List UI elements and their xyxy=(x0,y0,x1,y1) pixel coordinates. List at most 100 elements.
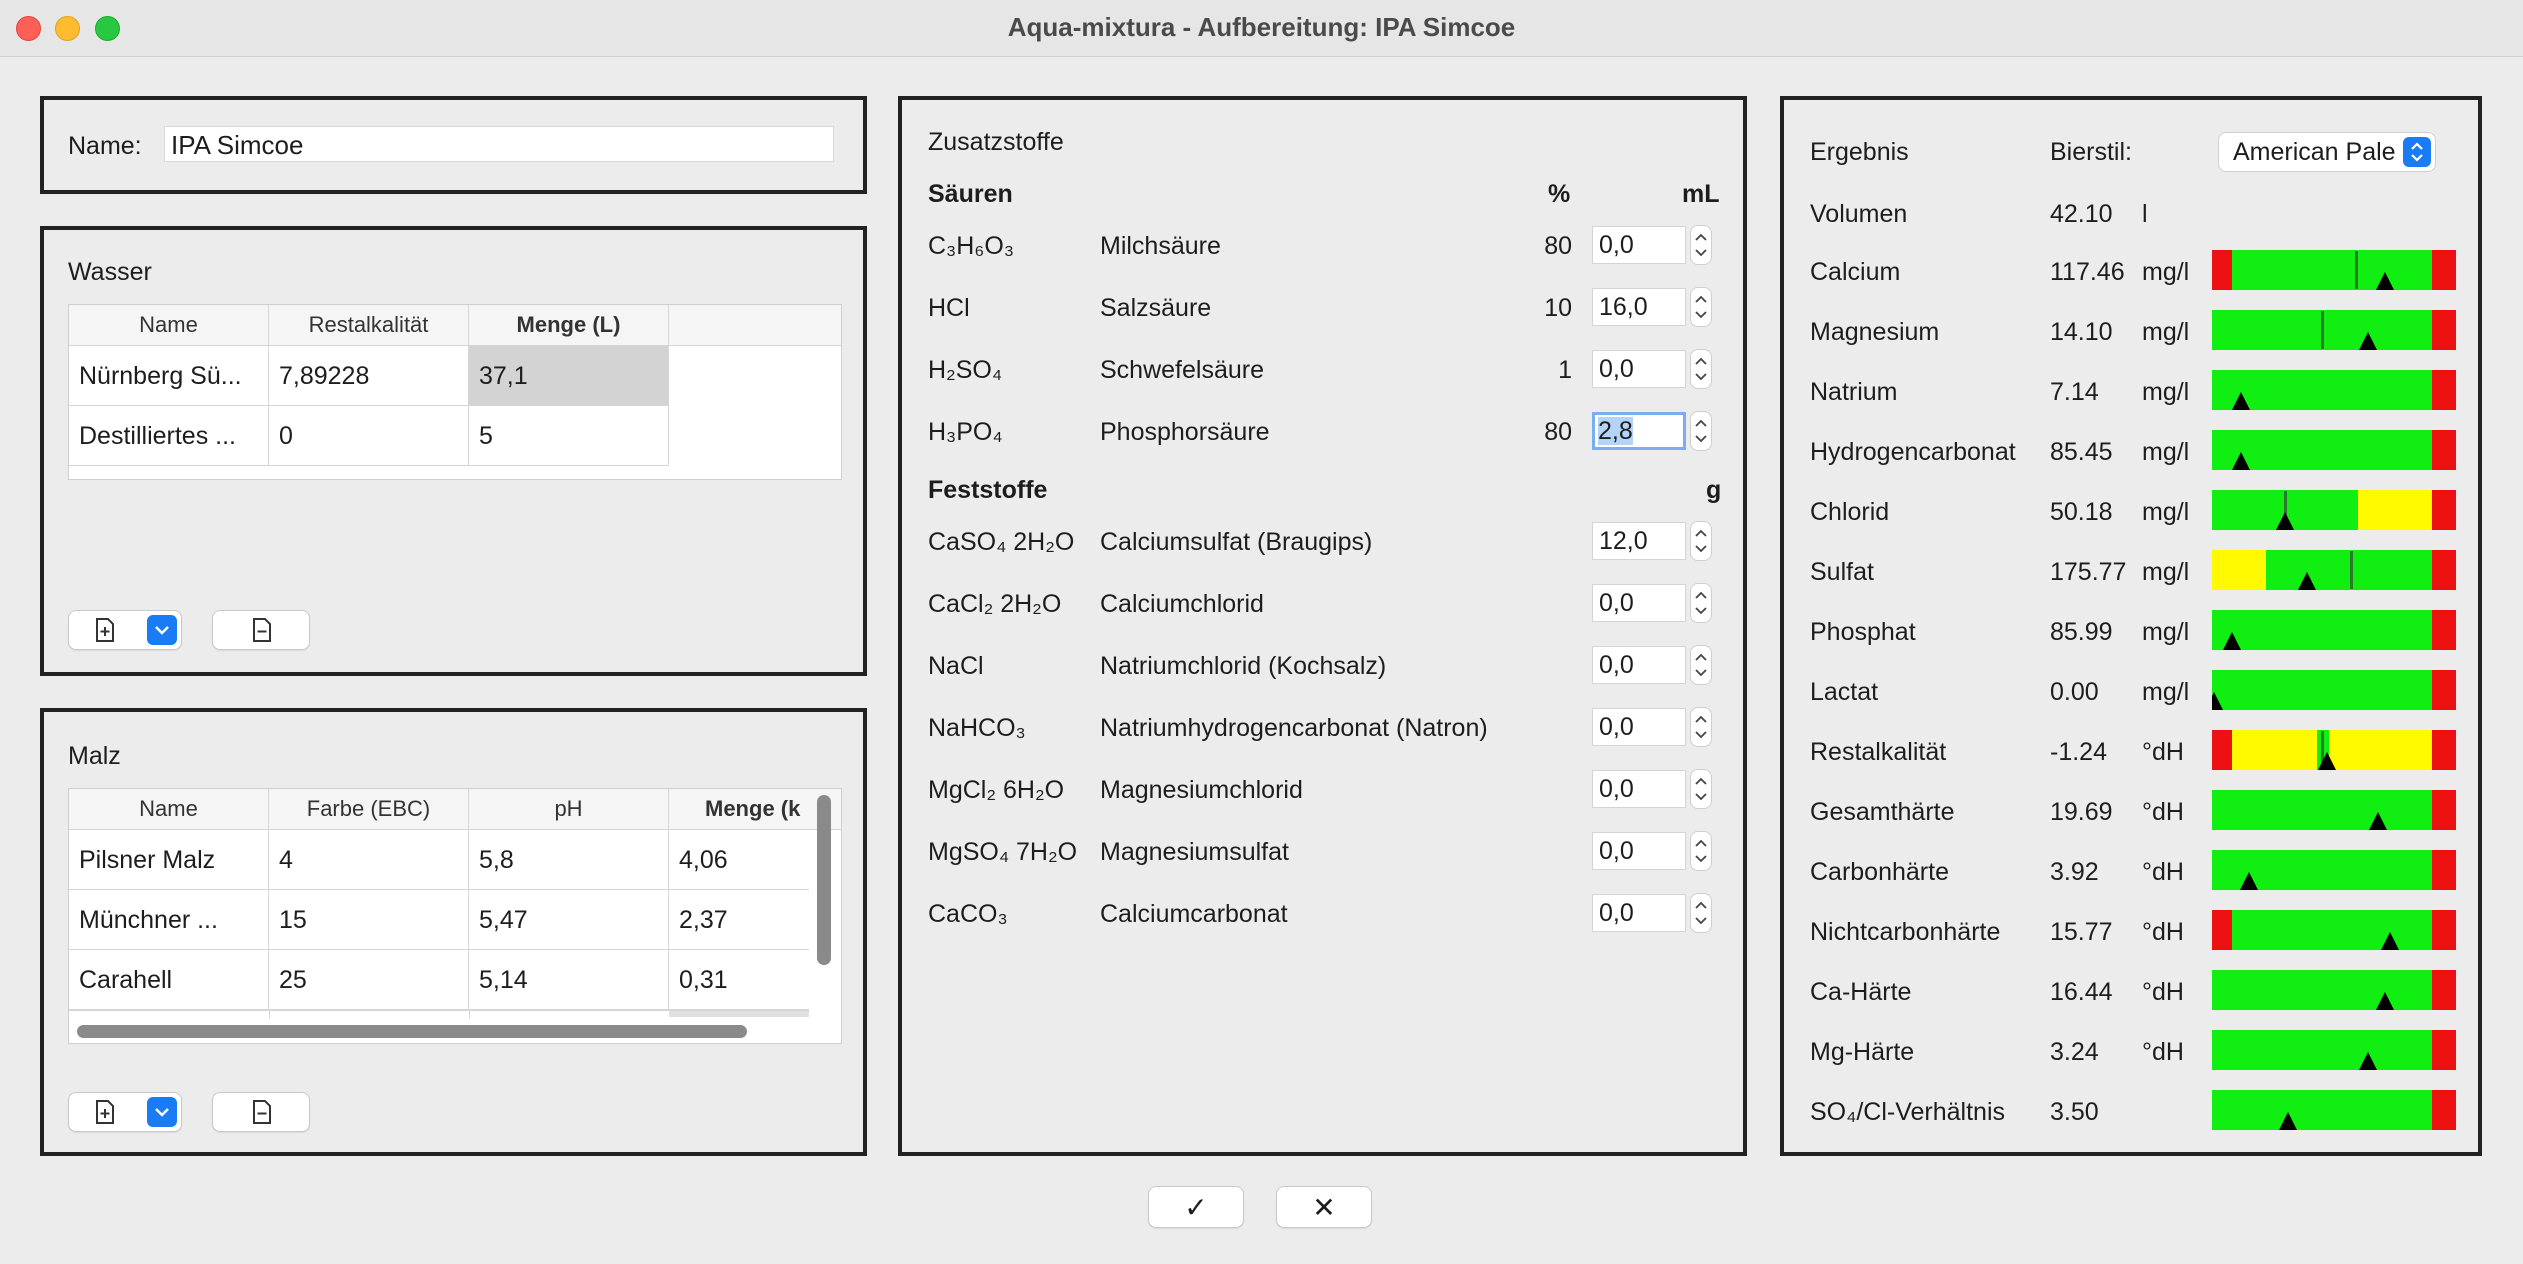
result-unit: °dH xyxy=(2142,918,2184,946)
range-zone-red xyxy=(2431,730,2456,770)
solid-amount-value: 0,0 xyxy=(1599,713,1634,741)
solid-name: Calciumcarbonat xyxy=(1100,900,1288,928)
stepper-icon[interactable] xyxy=(1690,411,1712,451)
table-cell[interactable]: 2,37 xyxy=(669,890,809,950)
column-header-name[interactable]: Name xyxy=(69,789,269,829)
result-value: 0.00 xyxy=(2050,678,2099,706)
solid-amount-input[interactable]: 0,0 xyxy=(1592,708,1686,746)
stepper-icon[interactable] xyxy=(1690,707,1712,747)
table-cell[interactable]: 4,06 xyxy=(669,830,809,890)
wasser-table[interactable]: Name Restalkalität Menge (L) Nürnberg Sü… xyxy=(68,304,842,480)
result-value: 175.77 xyxy=(2050,558,2127,586)
column-header-menge[interactable]: Menge (k xyxy=(669,789,809,829)
solid-formula: CaCO₃ xyxy=(928,900,1008,928)
stepper-icon[interactable] xyxy=(1690,521,1712,561)
column-header-ph[interactable]: pH xyxy=(469,789,669,829)
range-zone-red xyxy=(2431,550,2456,590)
result-label: SO₄/Cl-Verhältnis xyxy=(1810,1098,2005,1126)
malz-table[interactable]: Name Farbe (EBC) pH Menge (k Pilsner Mal… xyxy=(68,788,842,1044)
stepper-icon[interactable] xyxy=(1690,769,1712,809)
table-cell[interactable]: Münchner ... xyxy=(69,890,269,950)
table-cell[interactable]: Carahell xyxy=(69,950,269,1010)
range-bar xyxy=(2212,850,2456,890)
column-header-name[interactable]: Name xyxy=(69,305,269,345)
stepper-icon[interactable] xyxy=(1690,893,1712,933)
solid-amount-input[interactable]: 0,0 xyxy=(1592,584,1686,622)
range-zone-green xyxy=(2212,1090,2432,1130)
acid-amount-input[interactable]: 16,0 xyxy=(1592,288,1686,326)
table-cell[interactable]: 5,14 xyxy=(469,950,669,1010)
table-cell[interactable]: 7,89228 xyxy=(269,346,469,406)
value-pointer-icon xyxy=(2381,932,2400,950)
acid-amount-input[interactable]: 0,0 xyxy=(1592,350,1686,388)
table-cell[interactable]: 0,31 xyxy=(669,950,809,1010)
column-header-menge[interactable]: Menge (L) xyxy=(469,305,669,345)
result-unit: °dH xyxy=(2142,1038,2184,1066)
table-cell[interactable]: 15 xyxy=(269,890,469,950)
app-window: Aqua-mixtura - Aufbereitung: IPA Simcoe … xyxy=(0,0,2523,1264)
column-header-restalkalitaet[interactable]: Restalkalität xyxy=(269,305,469,345)
table-cell[interactable]: 5,47 xyxy=(469,890,669,950)
range-zone-green xyxy=(2212,670,2432,710)
result-label: Lactat xyxy=(1810,678,1879,706)
ergebnis-panel: Ergebnis Bierstil: American Pale Volumen… xyxy=(1780,96,2482,1156)
range-zone-red xyxy=(2431,1090,2456,1130)
add-water-button[interactable] xyxy=(68,610,182,650)
result-value: 16.44 xyxy=(2050,978,2113,1006)
volumen-value: 42.10 xyxy=(2050,200,2113,228)
solid-amount-input[interactable]: 0,0 xyxy=(1592,646,1686,684)
remove-malt-button[interactable] xyxy=(212,1092,310,1132)
result-label: Sulfat xyxy=(1810,558,1874,586)
stepper-icon[interactable] xyxy=(1690,831,1712,871)
solid-amount-input[interactable]: 0,0 xyxy=(1592,832,1686,870)
ok-button[interactable]: ✓ xyxy=(1148,1186,1244,1228)
solid-amount-input[interactable]: 12,0 xyxy=(1592,522,1686,560)
value-pointer-icon xyxy=(2368,812,2387,830)
solid-amount-value: 0,0 xyxy=(1599,651,1634,679)
stepper-icon[interactable] xyxy=(1690,349,1712,389)
table-cell[interactable]: Pilsner Malz xyxy=(69,830,269,890)
range-zone-red xyxy=(2212,910,2232,950)
name-input[interactable]: IPA Simcoe xyxy=(164,126,834,162)
result-unit: mg/l xyxy=(2142,558,2190,586)
title-bar: Aqua-mixtura - Aufbereitung: IPA Simcoe xyxy=(0,0,2523,57)
solid-formula: CaCl₂ 2H₂O xyxy=(928,590,1062,618)
remove-water-button[interactable] xyxy=(212,610,310,650)
result-label: Nichtcarbonhärte xyxy=(1810,918,2001,946)
result-value: 117.46 xyxy=(2050,258,2125,286)
stepper-icon[interactable] xyxy=(1690,225,1712,265)
result-label: Chlorid xyxy=(1810,498,1890,526)
table-cell[interactable]: 25 xyxy=(269,950,469,1010)
result-unit: °dH xyxy=(2142,858,2184,886)
solid-amount-input[interactable]: 0,0 xyxy=(1592,894,1686,932)
ergebnis-title: Ergebnis xyxy=(1810,138,1909,166)
vertical-scrollbar[interactable] xyxy=(817,795,831,965)
table-cell[interactable]: Nürnberg Sü... xyxy=(69,346,269,406)
table-cell[interactable]: 5 xyxy=(469,406,669,466)
add-malt-button[interactable] xyxy=(68,1092,182,1132)
solid-amount-input[interactable]: 0,0 xyxy=(1592,770,1686,808)
table-cell[interactable]: Destilliertes ... xyxy=(69,406,269,466)
add-water-dropdown[interactable] xyxy=(147,615,177,645)
table-cell[interactable]: 5,8 xyxy=(469,830,669,890)
acid-amount-input[interactable]: 0,0 xyxy=(1592,226,1686,264)
stepper-icon[interactable] xyxy=(1690,583,1712,623)
value-pointer-icon xyxy=(2298,572,2317,590)
bierstil-select[interactable]: American Pale xyxy=(2218,132,2436,172)
chevron-down-icon xyxy=(155,1108,169,1117)
horizontal-scrollbar[interactable] xyxy=(77,1025,747,1038)
solid-name: Natriumchlorid (Kochsalz) xyxy=(1100,652,1387,680)
range-zone-green xyxy=(2212,970,2432,1010)
table-cell[interactable]: 0 xyxy=(269,406,469,466)
table-cell[interactable]: 37,1 xyxy=(469,346,669,406)
cancel-button[interactable]: ✕ xyxy=(1276,1186,1372,1228)
column-header-farbe[interactable]: Farbe (EBC) xyxy=(269,789,469,829)
solid-name: Magnesiumchlorid xyxy=(1100,776,1303,804)
table-cell[interactable]: 4 xyxy=(269,830,469,890)
solid-formula: NaHCO₃ xyxy=(928,714,1026,742)
acid-amount-input[interactable]: 2,8 xyxy=(1592,412,1686,450)
stepper-icon[interactable] xyxy=(1690,645,1712,685)
add-malt-dropdown[interactable] xyxy=(147,1097,177,1127)
stepper-icon[interactable] xyxy=(1690,287,1712,327)
solid-formula: NaCl xyxy=(928,652,984,680)
